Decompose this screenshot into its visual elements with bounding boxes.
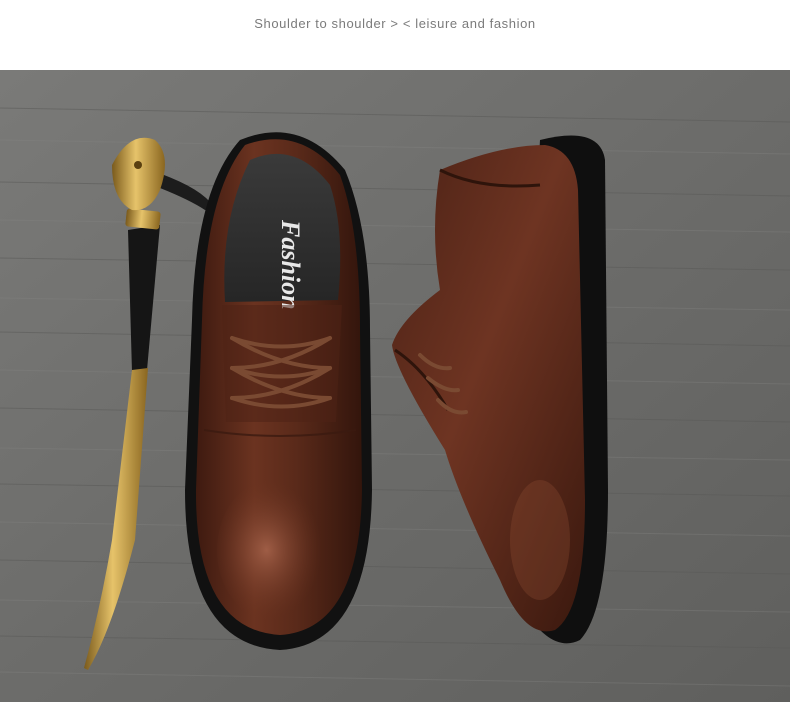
footer-strip (0, 702, 790, 722)
caption-bar: Shoulder to shoulder > < leisure and fas… (0, 0, 790, 70)
left-shoe: Fashion (185, 132, 372, 650)
section-caption: Shoulder to shoulder > < leisure and fas… (254, 16, 536, 31)
shoes-photo-illustration: Fashion (0, 70, 790, 702)
product-photo: Fashion (0, 70, 790, 702)
insole-brand-text: Fashion (276, 219, 305, 310)
